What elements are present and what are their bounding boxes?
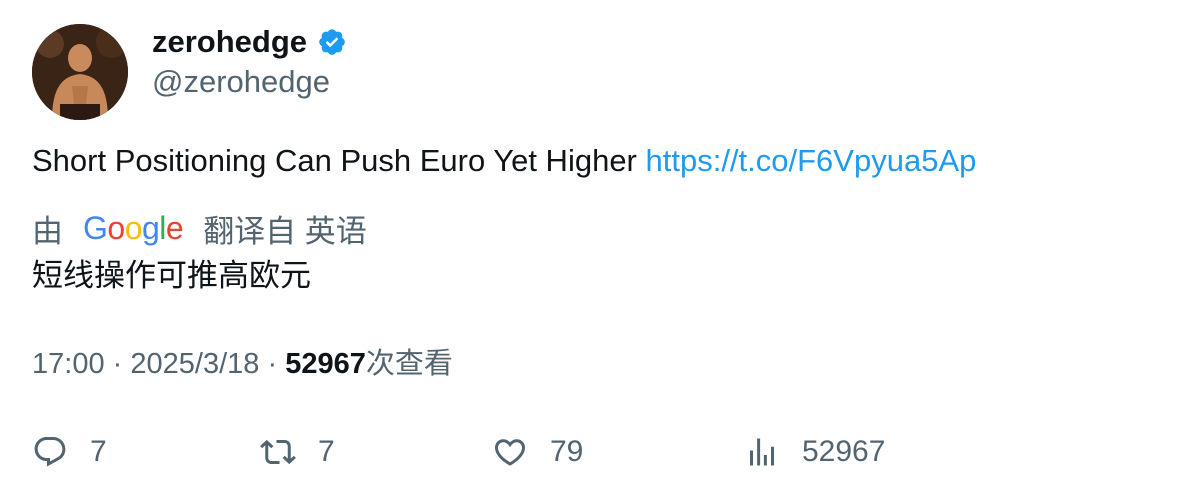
author-handle[interactable]: @zerohedge	[152, 64, 330, 100]
retweet-count: 7	[318, 435, 335, 468]
like-count: 79	[550, 435, 584, 468]
tweet-date[interactable]: 2025/3/18	[130, 348, 259, 380]
views-label: 次查看	[365, 348, 453, 380]
views-action-count: 52967	[802, 435, 886, 468]
author-display-name[interactable]: zerohedge	[152, 24, 347, 60]
heart-icon	[494, 439, 526, 466]
retweet-icon	[260, 439, 296, 465]
tweet-body: Short Positioning Can Push Euro Yet High…	[32, 142, 976, 180]
like-button[interactable]: 79	[492, 430, 583, 474]
meta-separator: ·	[267, 348, 278, 380]
display-name-text: zerohedge	[152, 24, 308, 59]
reply-button[interactable]: 7	[32, 430, 107, 474]
tweet-metadata: 17:00 · 2025/3/18 · 52967次查看	[32, 345, 453, 383]
verified-badge-icon	[317, 27, 347, 57]
google-logo-icon: Google	[83, 209, 184, 246]
translation-prefix: 由	[32, 213, 63, 249]
reply-count: 7	[90, 435, 107, 468]
translation-suffix: 翻译自 英语	[203, 213, 367, 249]
tweet-card: zerohedge @zerohedge Short Positioning C…	[0, 0, 1196, 498]
views-button[interactable]: 52967	[744, 430, 885, 474]
meta-separator: ·	[112, 348, 123, 380]
translated-text: 短线操作可推高欧元	[32, 258, 311, 293]
retweet-button[interactable]: 7	[260, 430, 335, 474]
translation-attribution[interactable]: 由 Google 翻译自 英语	[32, 208, 367, 249]
analytics-icon	[750, 438, 774, 466]
action-bar: 7 7 79 52967	[0, 430, 1196, 478]
avatar-image	[32, 24, 128, 120]
tweet-time[interactable]: 17:00	[32, 348, 105, 380]
tweet-link[interactable]: https://t.co/F6Vpyua5Ap	[646, 143, 977, 178]
tweet-text: Short Positioning Can Push Euro Yet High…	[32, 143, 646, 178]
profile-avatar[interactable]	[32, 24, 128, 120]
reply-icon	[34, 437, 66, 467]
views-count: 52967	[285, 348, 366, 380]
